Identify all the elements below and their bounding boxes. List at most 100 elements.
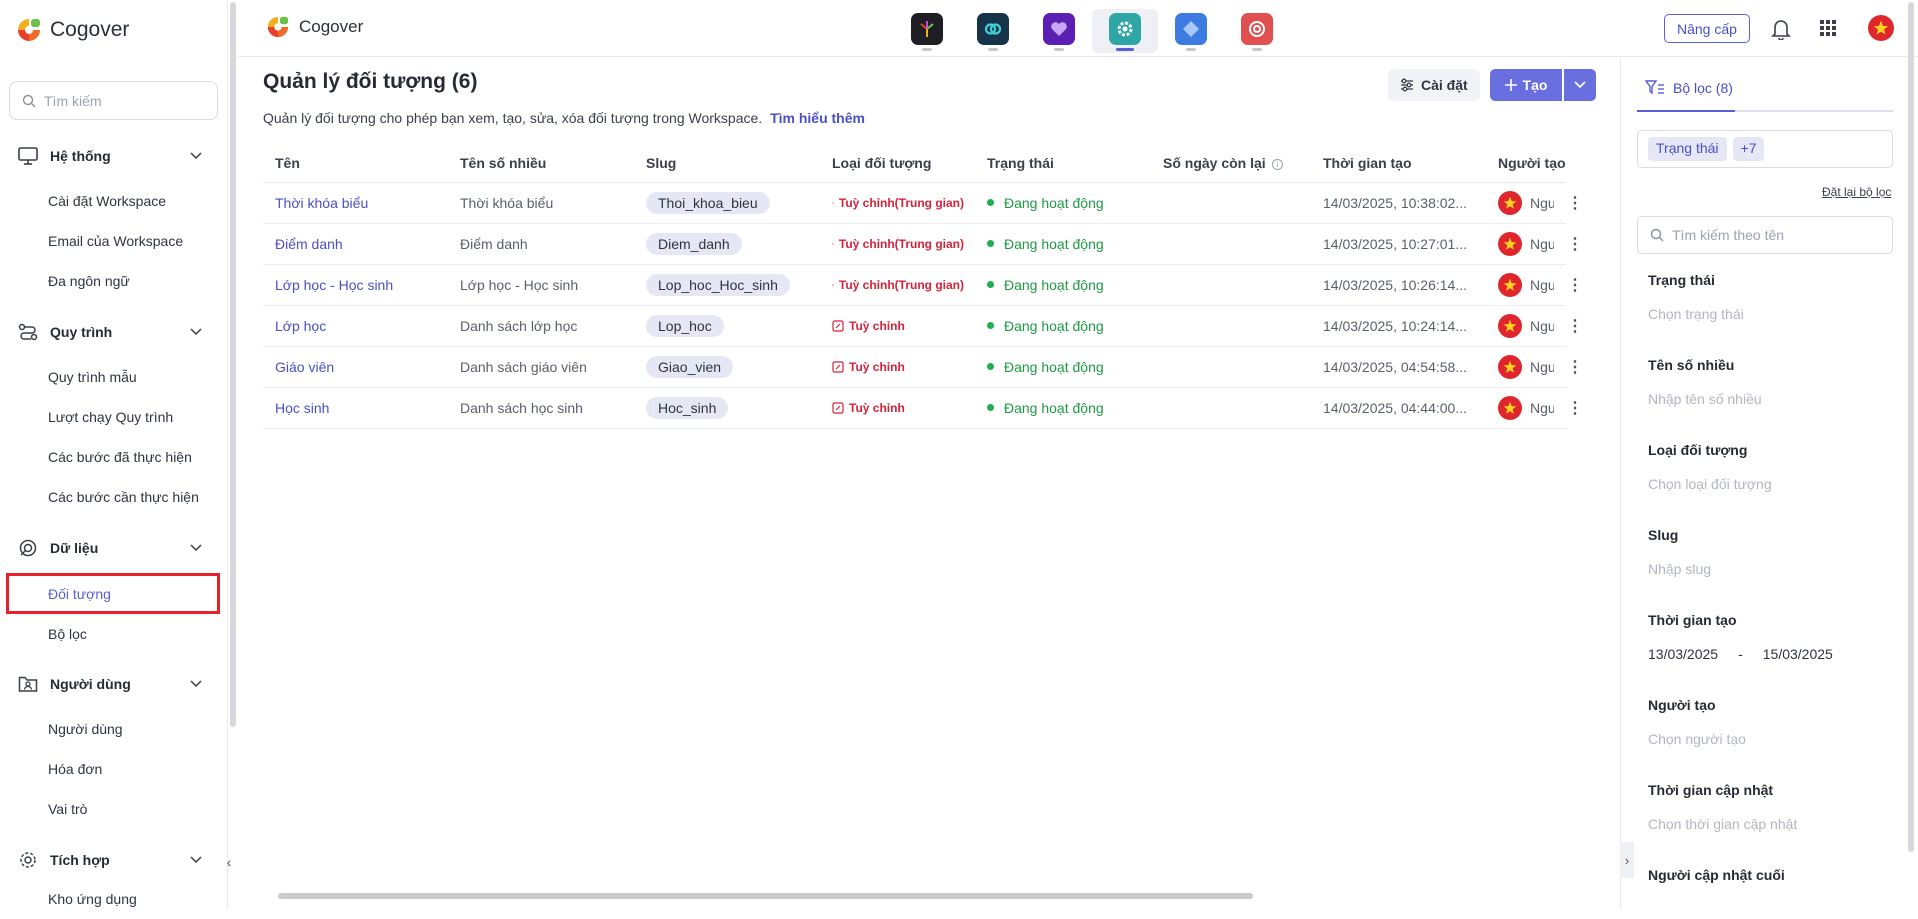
column-header-type[interactable]: Loại đối tượng (820, 144, 975, 183)
apps-grid-icon[interactable] (1820, 20, 1836, 36)
sidebar-item-filters[interactable]: Bộ lọc (0, 614, 226, 654)
sidebar-item-workspace-email[interactable]: Email của Workspace (0, 221, 226, 261)
collapse-sidebar-icon[interactable]: ‹ (222, 848, 236, 876)
sidebar-search-input[interactable] (44, 92, 204, 109)
date-from[interactable]: 13/03/2025 (1648, 646, 1718, 662)
updated-time-select[interactable]: Chọn thời gian cập nhật (1648, 816, 1888, 832)
column-header-creator[interactable]: Người tạo (1486, 144, 1566, 183)
create-dropdown-button[interactable] (1564, 69, 1596, 101)
column-header-status[interactable]: Trạng thái (975, 144, 1151, 183)
column-header-slug[interactable]: Slug (634, 144, 820, 183)
sidebar-item-pending-steps[interactable]: Các bước cần thực hiện (0, 477, 226, 517)
sidebar-item-invoices[interactable]: Hóa đơn (0, 749, 226, 789)
table-horizontal-scrollbar[interactable] (278, 893, 1588, 899)
object-type-label: Tuỳ chỉnh (849, 318, 905, 333)
sidebar-item-workspace-settings[interactable]: Cài đặt Workspace (0, 181, 226, 221)
object-name-link[interactable]: Giáo viên (275, 359, 334, 375)
sidebar-item-process-templates[interactable]: Quy trình mẫu (0, 357, 226, 397)
column-header-days-left[interactable]: Số ngày còn lại i (1151, 144, 1311, 183)
learn-more-link[interactable]: Tìm hiểu thêm (770, 110, 865, 126)
tab-filters[interactable]: Bộ lọc (8) (1637, 80, 1893, 112)
object-name-link[interactable]: Điểm danh (275, 236, 343, 252)
sidebar-item-users[interactable]: Người dùng (0, 709, 226, 749)
app-settings[interactable] (1092, 9, 1158, 53)
table-row[interactable]: Học sinh Danh sách học sinh Hoc_sinh Tuỳ… (263, 387, 1566, 429)
object-name-link[interactable]: Lớp học - Học sinh (275, 277, 393, 293)
more-options-icon[interactable]: ⋮ (1554, 346, 1596, 387)
created-date-range[interactable]: 13/03/2025 - 15/03/2025 (1648, 646, 1888, 662)
chevron-down-icon[interactable] (190, 680, 202, 688)
table-row[interactable]: Thời khóa biểu Thời khóa biểu Thoi_khoa_… (263, 182, 1566, 224)
sidebar-item-process-runs[interactable]: Lượt chạy Quy trình (0, 397, 226, 437)
object-creator: Người (1498, 395, 1554, 420)
sidebar-search[interactable] (9, 81, 218, 120)
brand[interactable]: Cogover (16, 17, 129, 43)
filter-search-input[interactable] (1672, 227, 1872, 243)
nav-group-users: Người dùng Người dùng Hóa đơn Vai trò (0, 669, 226, 829)
info-icon[interactable]: i (1271, 158, 1283, 170)
bell-icon[interactable] (1771, 18, 1791, 40)
nav-group-process-header[interactable]: Quy trình (0, 317, 226, 347)
filter-field-label: Thời gian cập nhật (1648, 782, 1774, 798)
object-name-link[interactable]: Thời khóa biểu (275, 195, 368, 211)
sidebar-scrollbar[interactable] (230, 2, 236, 727)
object-name-link[interactable]: Lớp học (275, 318, 326, 334)
user-avatar[interactable] (1868, 15, 1894, 41)
filter-chip-more[interactable]: +7 (1732, 137, 1765, 161)
more-options-icon[interactable]: ⋮ (1554, 387, 1596, 428)
sidebar-item-completed-steps[interactable]: Các bước đã thực hiện (0, 437, 226, 477)
search-icon (22, 94, 36, 107)
filter-field-created-time: Thời gian tạo 13/03/2025 - 15/03/2025 (1648, 612, 1888, 662)
slug-input[interactable]: Nhập slug (1648, 561, 1888, 577)
app-link[interactable] (960, 9, 1026, 53)
nav-group-system-header[interactable]: Hệ thống (0, 141, 226, 171)
app-target[interactable] (1224, 9, 1290, 53)
filter-icon (1645, 80, 1664, 95)
app-diamond[interactable] (1158, 9, 1224, 53)
more-options-icon[interactable]: ⋮ (1554, 223, 1596, 264)
column-header-name[interactable]: Tên (263, 144, 448, 183)
chevron-down-icon[interactable] (190, 544, 202, 552)
nav-group-integration-header[interactable]: Tích hợp (0, 845, 226, 875)
active-filter-chips[interactable]: Trạng thái +7 (1637, 130, 1893, 168)
sidebar-item-objects[interactable]: Đối tượng (6, 573, 220, 614)
more-options-icon[interactable]: ⋮ (1554, 305, 1596, 346)
plural-name-input[interactable]: Nhập tên số nhiều (1648, 391, 1888, 407)
nav-group-data-header[interactable]: Dữ liệu (0, 533, 226, 563)
app-tree[interactable] (894, 9, 960, 53)
status-select[interactable]: Chọn trạng thái (1648, 306, 1888, 322)
column-header-created[interactable]: Thời gian tạo (1311, 144, 1486, 183)
column-header-plural[interactable]: Tên số nhiều (448, 144, 634, 183)
filter-search[interactable] (1637, 216, 1893, 254)
collapse-filter-panel-icon[interactable]: › (1620, 842, 1634, 878)
chevron-down-icon[interactable] (190, 328, 202, 336)
sidebar-item-multilanguage[interactable]: Đa ngôn ngữ (0, 261, 226, 301)
more-options-icon[interactable]: ⋮ (1554, 182, 1596, 223)
reset-filters-link[interactable]: Đặt lại bộ lọc (1822, 185, 1891, 199)
table-row[interactable]: Lớp học - Học sinh Lớp học - Học sinh Lo… (263, 264, 1566, 306)
chevron-down-icon[interactable] (190, 152, 202, 160)
table-row[interactable]: Điểm danh Điểm danh Diem_danh Tuỳ chỉnh(… (263, 223, 1566, 265)
settings-button[interactable]: Cài đặt (1388, 69, 1480, 101)
object-name-link[interactable]: Học sinh (275, 400, 329, 416)
scrollbar-thumb[interactable] (278, 893, 1253, 899)
date-separator: - (1738, 646, 1743, 662)
creator-select[interactable]: Chọn người tạo (1648, 731, 1888, 747)
date-to[interactable]: 15/03/2025 (1763, 646, 1833, 662)
sidebar-item-roles[interactable]: Vai trò (0, 789, 226, 829)
table-row[interactable]: Giáo viên Danh sách giáo viên Giao_vien … (263, 346, 1566, 388)
table-row[interactable]: Lớp học Danh sách lớp học Lop_hoc Tuỳ ch… (263, 305, 1566, 347)
sidebar-item-app-store[interactable]: Kho ứng dụng (0, 879, 226, 919)
upgrade-button[interactable]: Nâng cấp (1664, 14, 1750, 43)
filter-panel-scrollbar[interactable] (1908, 2, 1914, 852)
top-brand[interactable]: Cogover (266, 15, 363, 39)
link-app-icon (977, 13, 1009, 45)
object-type-select[interactable]: Chọn loại đối tượng (1648, 476, 1888, 492)
chevron-down-icon[interactable] (190, 856, 202, 864)
filter-chip[interactable]: Trạng thái (1648, 137, 1727, 161)
create-button[interactable]: Tạo (1490, 69, 1562, 101)
object-type: Tuỳ chỉnh (832, 401, 964, 415)
app-heart[interactable] (1026, 9, 1092, 53)
nav-group-users-header[interactable]: Người dùng (0, 669, 226, 699)
more-options-icon[interactable]: ⋮ (1554, 264, 1596, 305)
